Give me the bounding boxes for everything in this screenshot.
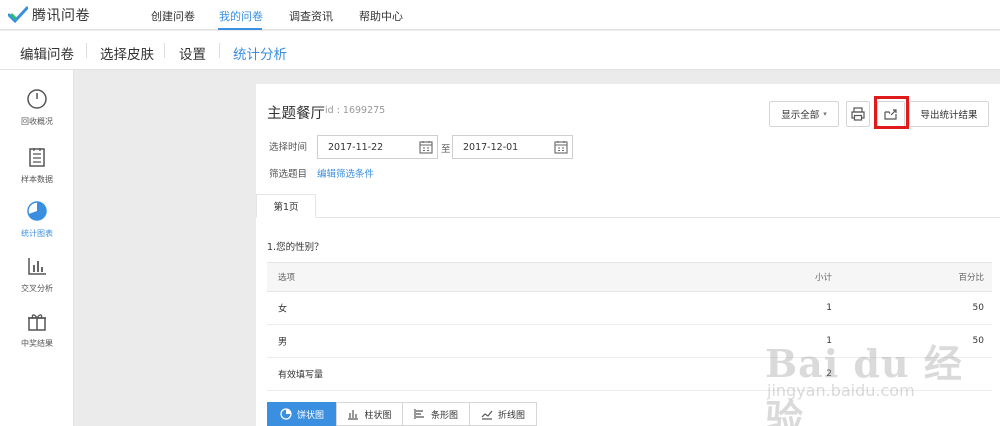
row-option: 女 xyxy=(278,304,288,315)
pie-chart-icon xyxy=(27,201,47,221)
sub-navbar: 编辑问卷 选择皮肤 设置 统计分析 xyxy=(0,31,1000,70)
question-filter-label: 筛选题目 xyxy=(269,169,308,180)
start-date-value: 2017-11-22 xyxy=(328,141,384,153)
table-header: 选项 小计 百分比 xyxy=(267,262,992,292)
pie-chart-label: 饼状图 xyxy=(296,410,324,421)
sidebar-item-label: 统计图表 xyxy=(21,229,53,238)
sidebar-item-label: 回收概况 xyxy=(21,117,53,126)
sidebar-item-lottery-results[interactable]: 中奖结果 xyxy=(0,310,74,360)
row-count: 1 xyxy=(826,303,832,313)
divider xyxy=(86,43,87,58)
header-count: 小计 xyxy=(814,273,832,283)
logo[interactable]: 腾讯问卷 xyxy=(8,5,90,25)
sidebar-item-charts[interactable]: 统计图表 xyxy=(0,200,74,250)
sidebar-item-overview[interactable]: 回收概况 xyxy=(0,88,74,138)
to-label: 至 xyxy=(441,144,451,155)
end-date-input[interactable]: 2017-12-01 xyxy=(452,135,573,159)
column-chart-button[interactable]: 柱状图 xyxy=(336,402,403,426)
survey-title: 主题餐厅 xyxy=(267,106,325,122)
logo-text: 腾讯问卷 xyxy=(32,8,90,24)
sidebar-item-cross-analysis[interactable]: 交叉分析 xyxy=(0,255,74,305)
sidebar-item-sample-data[interactable]: 样本数据 xyxy=(0,146,74,196)
active-nav-underline xyxy=(218,28,262,30)
tab-choose-skin[interactable]: 选择皮肤 xyxy=(100,43,154,63)
pie-chart-icon xyxy=(280,408,292,420)
sidebar-item-label: 中奖结果 xyxy=(21,339,53,348)
tab-edit-survey[interactable]: 编辑问卷 xyxy=(20,43,74,63)
nav-help-center[interactable]: 帮助中心 xyxy=(359,8,403,24)
tab-statistics[interactable]: 统计分析 xyxy=(233,43,287,63)
line-chart-icon xyxy=(481,410,493,420)
bar-chart-icon xyxy=(414,409,424,419)
tab-settings[interactable]: 设置 xyxy=(179,43,206,63)
watermark-logo-text: Bai du 经验 xyxy=(765,341,963,426)
gift-icon xyxy=(28,314,46,331)
chart-type-switcher: 饼状图 柱状图 条形图 折线图 xyxy=(267,402,537,426)
divider xyxy=(219,43,220,58)
nav-survey-news[interactable]: 调查资讯 xyxy=(289,8,333,24)
show-all-dropdown[interactable]: 显示全部 ▾ xyxy=(769,101,839,127)
chevron-down-icon: ▾ xyxy=(823,110,827,118)
line-chart-button[interactable]: 折线图 xyxy=(469,402,537,426)
sidebar: 回收概况 样本数据 统计图表 交叉分析 中奖结果 xyxy=(0,70,74,426)
print-button[interactable] xyxy=(846,101,870,127)
printer-icon xyxy=(851,107,865,121)
edit-filter-link[interactable]: 编辑筛选条件 xyxy=(317,166,374,180)
tab-page-1[interactable]: 第1页 xyxy=(256,194,316,218)
header-percent: 百分比 xyxy=(958,273,984,283)
survey-id: id : 1699275 xyxy=(325,105,386,116)
highlight-box xyxy=(874,96,909,129)
tab-divider xyxy=(256,217,1000,218)
nav-my-surveys[interactable]: 我的问卷 xyxy=(219,8,263,24)
header-option: 选项 xyxy=(278,273,296,283)
show-all-label: 显示全部 xyxy=(781,110,820,121)
end-date-value: 2017-12-01 xyxy=(463,141,519,153)
top-navbar: 腾讯问卷 创建问卷 我的问卷 调查资讯 帮助中心 xyxy=(0,0,1000,30)
nav-create-survey[interactable]: 创建问卷 xyxy=(151,8,195,24)
column-chart-label: 柱状图 xyxy=(364,410,392,421)
document-icon xyxy=(29,148,45,167)
pie-chart-button[interactable]: 饼状图 xyxy=(267,402,337,426)
export-results-button[interactable]: 导出统计结果 xyxy=(909,101,989,127)
sidebar-item-label: 样本数据 xyxy=(21,175,53,184)
watermark-url: jingyan.baidu.com xyxy=(767,381,915,400)
line-chart-label: 折线图 xyxy=(497,410,525,421)
question-title: 1.您的性别？ xyxy=(267,242,324,253)
baidu-jingyan-watermark: Bai du 经验 jingyan.baidu.com xyxy=(745,325,985,426)
bar-chart-label: 条形图 xyxy=(430,410,458,421)
time-label: 选择时间 xyxy=(269,142,308,153)
divider xyxy=(164,43,165,58)
calendar-icon[interactable] xyxy=(419,140,433,154)
logo-check-icon xyxy=(8,6,28,24)
sidebar-item-label: 交叉分析 xyxy=(21,284,53,293)
start-date-input[interactable]: 2017-11-22 xyxy=(317,135,438,159)
row-option: 有效填写量 xyxy=(278,370,324,381)
row-percent: 50 xyxy=(972,303,984,313)
bar-chart-icon xyxy=(28,258,46,275)
row-option: 男 xyxy=(278,337,288,348)
calendar-icon[interactable] xyxy=(554,140,568,154)
clock-icon xyxy=(27,89,47,109)
table-row: 女 1 50 xyxy=(267,292,992,325)
bar-chart-button[interactable]: 条形图 xyxy=(402,402,470,426)
column-chart-icon xyxy=(348,410,359,420)
